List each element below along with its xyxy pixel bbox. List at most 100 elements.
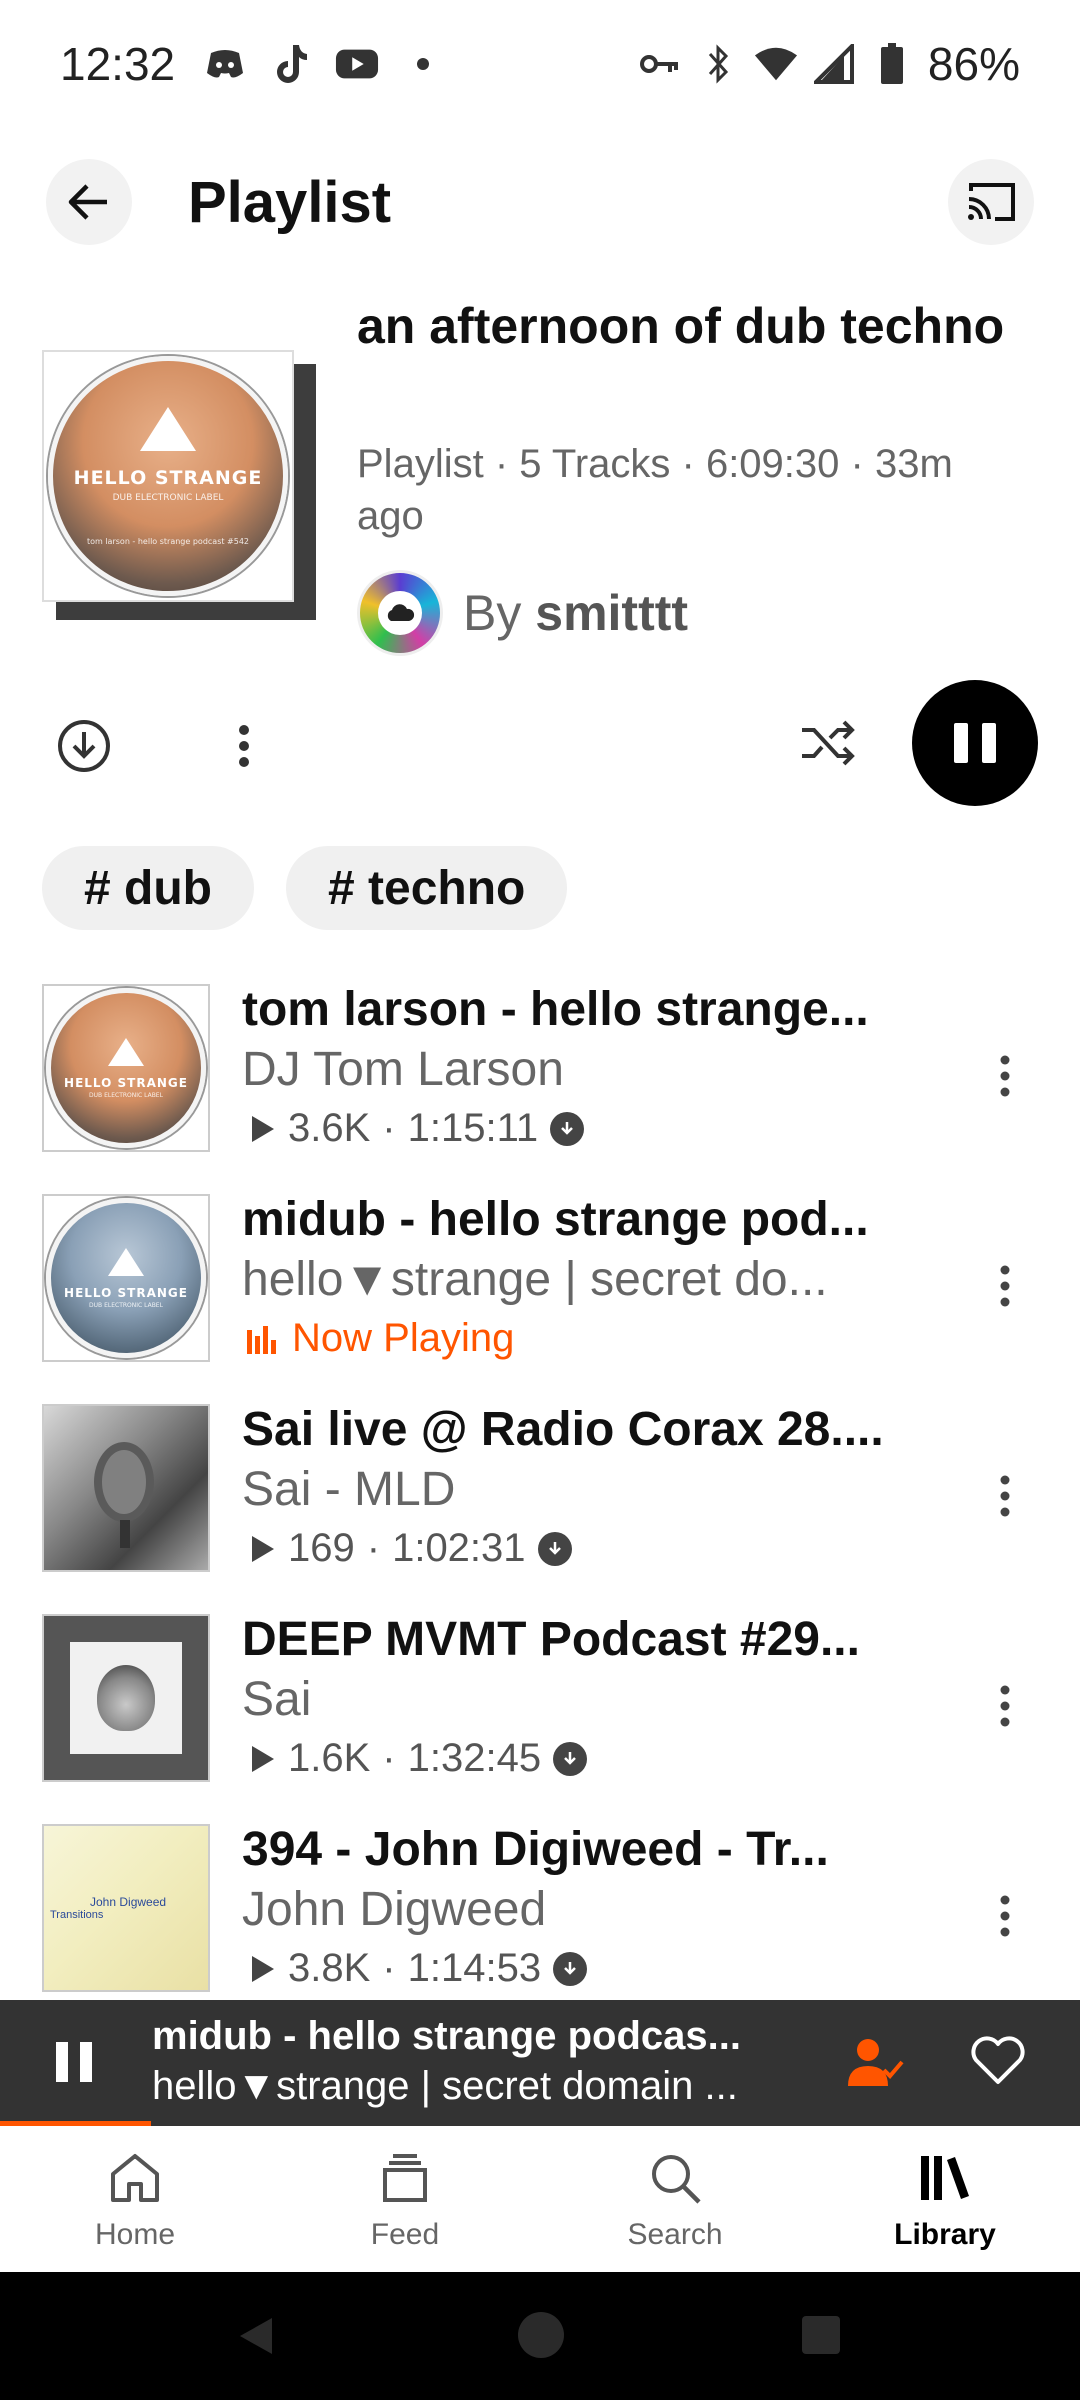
track-artist: John Digweed bbox=[242, 1883, 547, 1936]
status-time: 12:32 bbox=[60, 38, 176, 90]
more-vertical-icon bbox=[239, 725, 249, 767]
track-stats: 3.6K · 1:15:11 bbox=[250, 1106, 585, 1151]
cover-brand: HELLO STRANGE bbox=[73, 466, 263, 489]
play-pause-button[interactable] bbox=[912, 680, 1038, 806]
nav-home[interactable]: Home bbox=[0, 2126, 270, 2272]
system-recents-icon[interactable] bbox=[802, 2316, 840, 2354]
battery-percent: 86% bbox=[927, 38, 1020, 90]
like-button[interactable] bbox=[970, 2036, 1030, 2092]
shuffle-button[interactable] bbox=[800, 718, 858, 774]
arrow-left-icon bbox=[68, 184, 107, 220]
bluetooth-icon bbox=[696, 42, 740, 86]
playlist-owner[interactable]: By smitttt bbox=[357, 570, 688, 656]
nav-label: Search bbox=[627, 2218, 723, 2251]
downloaded-icon bbox=[550, 1111, 585, 1146]
cast-button[interactable] bbox=[948, 159, 1034, 245]
track-more-button[interactable] bbox=[990, 1466, 1020, 1526]
track-title: 394 - John Digiweed - Tr... bbox=[242, 1823, 829, 1876]
track-row[interactable]: DEEP MVMT Podcast #29... Sai 1.6K · 1:32… bbox=[0, 1610, 1080, 1820]
search-icon bbox=[645, 2148, 705, 2208]
playlist-title: an afternoon of dub techno bbox=[357, 298, 1005, 354]
portrait-icon bbox=[97, 1665, 155, 1731]
play-count-icon bbox=[252, 1535, 274, 1562]
mini-player-title: midub - hello strange podcas... bbox=[152, 2014, 741, 2058]
pause-icon bbox=[56, 2042, 68, 2082]
track-more-button[interactable] bbox=[990, 1256, 1020, 1316]
track-more-button[interactable] bbox=[990, 1046, 1020, 1106]
track-artist: Sai - MLD bbox=[242, 1463, 456, 1516]
by-label: By bbox=[463, 585, 522, 641]
play-count: 3.8K bbox=[288, 1946, 371, 1990]
track-stats: 1.6K · 1:32:45 bbox=[250, 1736, 588, 1781]
wifi-icon bbox=[754, 42, 798, 86]
play-count-icon bbox=[252, 1745, 274, 1772]
cloud-icon bbox=[387, 604, 415, 621]
track-title: Sai live @ Radio Corax 28.... bbox=[242, 1403, 884, 1456]
equalizer-icon bbox=[247, 1325, 276, 1354]
follow-button[interactable] bbox=[846, 2036, 906, 2092]
track-duration: 1:15:11 bbox=[407, 1106, 539, 1150]
track-stats: 3.8K · 1:14:53 bbox=[250, 1946, 588, 1991]
download-button[interactable] bbox=[56, 718, 112, 774]
tag-dub[interactable]: # dub bbox=[42, 846, 254, 930]
system-home-icon[interactable] bbox=[518, 2312, 564, 2358]
app-header: Playlist bbox=[0, 150, 1080, 254]
nav-search[interactable]: Search bbox=[540, 2126, 810, 2272]
tag-techno[interactable]: # techno bbox=[286, 846, 568, 930]
dot-icon bbox=[401, 42, 445, 86]
more-options-button[interactable] bbox=[224, 718, 264, 774]
track-duration: 1:14:53 bbox=[407, 1946, 542, 1990]
track-more-button[interactable] bbox=[990, 1886, 1020, 1946]
bottom-nav: Home Feed Search Library bbox=[0, 2126, 1080, 2272]
back-button[interactable] bbox=[46, 159, 132, 245]
feed-icon bbox=[375, 2148, 435, 2208]
owner-name[interactable]: smitttt bbox=[535, 585, 688, 641]
mini-player-subtitle: hello▼strange | secret domain ... bbox=[152, 2064, 738, 2108]
track-artwork: HELLO STRANGE DUB ELECTRONIC LABEL bbox=[42, 1194, 210, 1362]
track-row[interactable]: HELLO STRANGE DUB ELECTRONIC LABEL tom l… bbox=[0, 980, 1080, 1190]
discord-icon bbox=[203, 42, 247, 86]
track-more-button[interactable] bbox=[990, 1676, 1020, 1736]
heart-icon bbox=[971, 2036, 1025, 2084]
track-row[interactable]: HELLO STRANGE DUB ELECTRONIC LABEL midub… bbox=[0, 1190, 1080, 1400]
nav-feed[interactable]: Feed bbox=[270, 2126, 540, 2272]
tag-list: # dub # techno bbox=[42, 846, 568, 930]
track-title: tom larson - hello strange... bbox=[242, 983, 869, 1036]
mini-player[interactable]: midub - hello strange podcas... hello▼st… bbox=[0, 2000, 1080, 2126]
status-bar: 12:32 86% bbox=[0, 0, 1080, 128]
playlist-cover: HELLO STRANGE DUB ELECTRONIC LABEL tom l… bbox=[42, 350, 322, 620]
mini-pause-button[interactable] bbox=[56, 2042, 92, 2082]
more-vertical-icon bbox=[1000, 1895, 1010, 1937]
now-playing-label: Now Playing bbox=[292, 1316, 515, 1360]
play-count-icon bbox=[252, 1115, 274, 1142]
system-back-icon[interactable] bbox=[236, 2316, 276, 2356]
system-nav-bar bbox=[0, 2272, 1080, 2400]
more-vertical-icon bbox=[1000, 1475, 1010, 1517]
signal-icon bbox=[812, 42, 856, 86]
play-count: 1.6K bbox=[288, 1736, 371, 1780]
track-duration: 1:02:31 bbox=[392, 1526, 526, 1570]
track-artist: hello▼strange | secret do... bbox=[242, 1253, 828, 1306]
track-row[interactable]: Sai live @ Radio Corax 28.... Sai - MLD … bbox=[0, 1400, 1080, 1610]
cast-icon bbox=[968, 183, 1015, 221]
cover-disc: HELLO STRANGE DUB ELECTRONIC LABEL tom l… bbox=[48, 356, 288, 596]
track-duration: 1:32:45 bbox=[407, 1736, 542, 1780]
more-vertical-icon bbox=[1000, 1685, 1010, 1727]
track-title: DEEP MVMT Podcast #29... bbox=[242, 1613, 860, 1666]
track-stats: 169 · 1:02:31 bbox=[250, 1526, 572, 1571]
nav-library[interactable]: Library bbox=[810, 2126, 1080, 2272]
cover-sub: DUB ELECTRONIC LABEL bbox=[112, 492, 224, 503]
battery-icon bbox=[870, 42, 914, 86]
track-row[interactable]: John Digweed Transitions 394 - John Digi… bbox=[0, 1820, 1080, 2030]
track-artist: DJ Tom Larson bbox=[242, 1043, 564, 1096]
downloaded-icon bbox=[553, 1741, 588, 1776]
nav-label: Feed bbox=[370, 2218, 440, 2251]
downloaded-icon bbox=[553, 1951, 588, 1986]
vpn-key-icon bbox=[638, 42, 682, 86]
home-icon bbox=[105, 2148, 165, 2208]
nav-label: Library bbox=[894, 2218, 996, 2251]
avatar bbox=[357, 570, 443, 656]
cover-caption: tom larson - hello strange podcast #542 bbox=[86, 536, 250, 546]
youtube-icon bbox=[335, 42, 379, 86]
library-icon bbox=[915, 2148, 975, 2208]
